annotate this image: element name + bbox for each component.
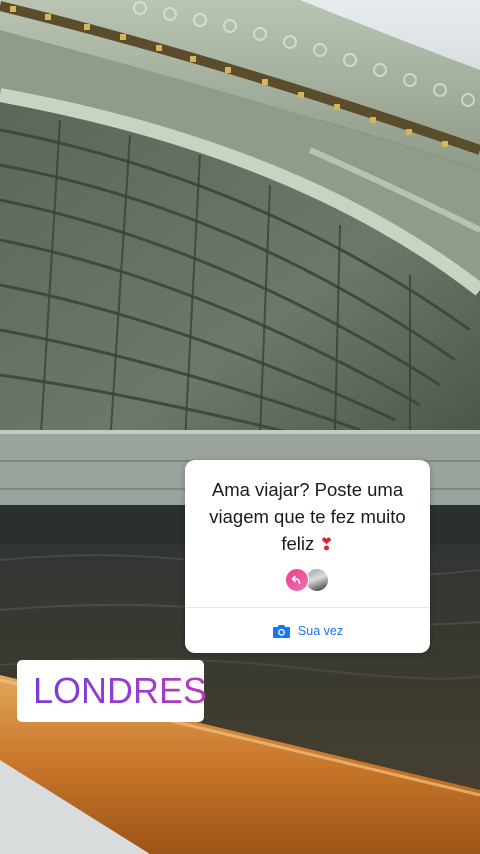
- your-turn-label: Sua vez: [297, 623, 344, 638]
- location-label: LONDRES: [33, 670, 208, 711]
- heart-exclamation-emoji: ❣: [319, 535, 334, 555]
- question-label: Ama viajar? Poste uma viagem que te fez …: [209, 479, 406, 554]
- your-turn-button[interactable]: Sua vez: [185, 608, 430, 653]
- reply-avatar[interactable]: [285, 568, 309, 592]
- camera-icon: [272, 624, 290, 638]
- responder-avatars[interactable]: [285, 568, 331, 592]
- question-sticker[interactable]: Ama viajar? Poste uma viagem que te fez …: [185, 460, 430, 653]
- story-viewer[interactable]: Ama viajar? Poste uma viagem que te fez …: [0, 0, 480, 854]
- reply-arrow-icon: [291, 575, 301, 585]
- question-text: Ama viajar? Poste uma viagem que te fez …: [199, 476, 416, 559]
- location-sticker[interactable]: LONDRES: [17, 660, 208, 722]
- story-photo: [0, 0, 480, 854]
